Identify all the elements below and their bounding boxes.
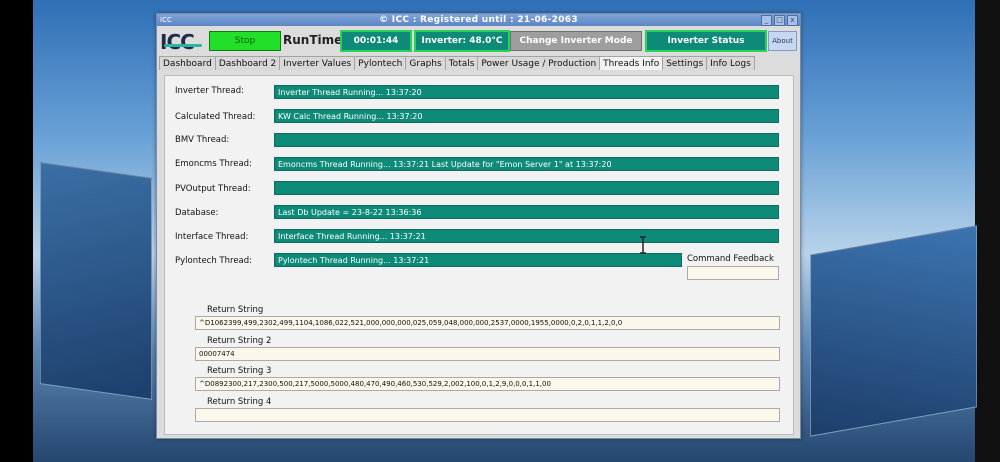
tab-inverter-values[interactable]: Inverter Values — [279, 56, 356, 70]
about-button[interactable]: About — [768, 31, 797, 51]
tab-totals[interactable]: Totals — [444, 56, 479, 70]
calculated-thread-status: KW Calc Thread Running... 13:37:20 — [274, 109, 779, 123]
return-string-3-field[interactable]: ^D0892300,217,2300,500,217,5000,5000,480… — [195, 377, 780, 391]
database-status: Last Db Update = 23-8-22 13:36:36 — [274, 205, 779, 219]
emoncms-thread-label: Emoncms Thread: — [175, 159, 252, 169]
return-string-2-field[interactable]: 00007474 — [195, 347, 780, 361]
threads-info-panel: Inverter Thread: Inverter Thread Running… — [164, 75, 794, 435]
tab-power-usage-production[interactable]: Power Usage / Production — [477, 56, 601, 70]
runtime-value: 00:01:44 — [340, 30, 412, 52]
tab-bar: Dashboard Dashboard 2 Inverter Values Py… — [159, 56, 755, 70]
bmv-thread-status — [274, 133, 779, 147]
change-inverter-mode-button[interactable]: Change Inverter Mode — [510, 31, 642, 51]
window-title: © ICC : Registered until : 21-06-2063 — [379, 15, 578, 25]
tab-dashboard-2[interactable]: Dashboard 2 — [214, 56, 281, 70]
icc-window: ICC © ICC : Registered until : 21-06-206… — [156, 13, 801, 439]
text-cursor-icon — [640, 236, 646, 254]
interface-thread-status: Interface Thread Running... 13:37:21 — [274, 229, 779, 243]
tab-graphs[interactable]: Graphs — [405, 56, 446, 70]
pylontech-thread-status: Pylontech Thread Running... 13:37:21 — [274, 253, 682, 267]
inverter-temperature: Inverter: 48.0°C — [414, 30, 510, 52]
maximize-icon[interactable]: □ — [774, 15, 785, 26]
tab-threads-info[interactable]: Threads Info — [599, 56, 664, 70]
pvoutput-thread-label: PVOutput Thread: — [175, 184, 251, 194]
return-string-label: Return String — [207, 305, 264, 315]
return-string-3-label: Return String 3 — [207, 366, 272, 376]
close-icon[interactable]: x — [787, 15, 798, 26]
pylontech-thread-label: Pylontech Thread: — [175, 256, 253, 266]
inverter-status-button[interactable]: Inverter Status — [645, 30, 767, 52]
right-letterbox — [975, 0, 1000, 462]
return-string-field[interactable]: ^D1062399,499,2302,499,1104,1086,022,521… — [195, 316, 780, 330]
tab-pylontech[interactable]: Pylontech — [354, 56, 407, 70]
tab-dashboard[interactable]: Dashboard — [159, 56, 216, 70]
app-icon-label: ICC — [160, 16, 172, 24]
return-string-4-field[interactable] — [195, 408, 780, 422]
inverter-thread-label: Inverter Thread: — [175, 86, 244, 96]
interface-thread-label: Interface Thread: — [175, 232, 249, 242]
return-string-2-label: Return String 2 — [207, 336, 272, 346]
return-string-4-label: Return String 4 — [207, 397, 272, 407]
toolbar: ICC Stop RunTime 00:01:44 Inverter: 48.0… — [157, 28, 800, 56]
title-bar[interactable]: ICC © ICC : Registered until : 21-06-206… — [157, 14, 800, 26]
tab-info-logs[interactable]: Info Logs — [706, 56, 755, 70]
runtime-label: RunTime — [283, 33, 343, 47]
icc-logo: ICC — [160, 30, 204, 54]
background-solar-panel — [40, 162, 152, 400]
background-solar-panel — [810, 225, 977, 437]
command-feedback-label: Command Feedback — [687, 254, 774, 264]
minimize-icon[interactable]: _ — [761, 15, 772, 26]
pvoutput-thread-status — [274, 181, 779, 195]
left-letterbox — [0, 0, 33, 462]
calculated-thread-label: Calculated Thread: — [175, 112, 256, 122]
inverter-thread-status: Inverter Thread Running... 13:37:20 — [274, 85, 779, 99]
stop-button[interactable]: Stop — [209, 31, 281, 51]
tab-settings[interactable]: Settings — [662, 56, 708, 70]
database-label: Database: — [175, 208, 219, 218]
emoncms-thread-status: Emoncms Thread Running... 13:37:21 Last … — [274, 157, 779, 171]
bmv-thread-label: BMV Thread: — [175, 135, 230, 145]
command-feedback-field[interactable] — [687, 266, 779, 280]
